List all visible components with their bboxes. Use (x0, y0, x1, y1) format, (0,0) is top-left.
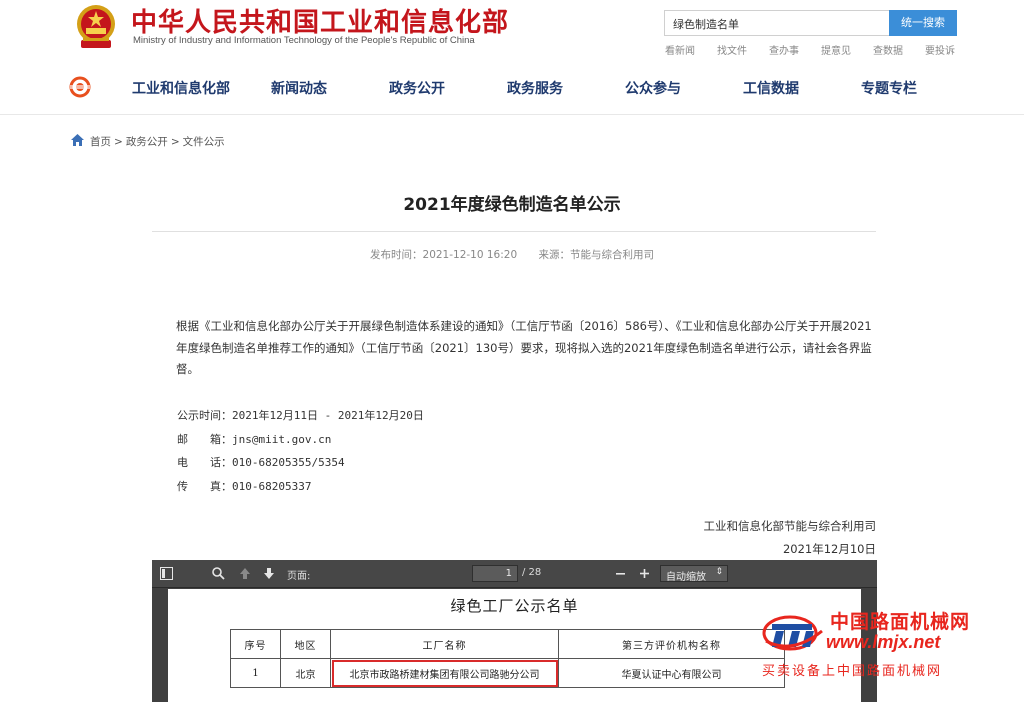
factory-table: 序号 地区 工厂名称 第三方评价机构名称 1 北京 北京市政路桥建材集团有限公司… (230, 629, 785, 688)
breadcrumb-gov-affairs[interactable]: 政务公开 (126, 136, 168, 148)
previous-page-icon[interactable] (239, 567, 251, 580)
breadcrumb: 首页 > 政务公开 > 文件公示 (90, 134, 228, 149)
quick-link-feedback[interactable]: 提意见 (810, 42, 862, 57)
chevron-down-icon: ⇕ (715, 567, 723, 577)
contact-info: 公示时间：2021年12月11日 - 2021年12月20日 邮 箱：jns@m… (177, 404, 424, 498)
quick-link-news[interactable]: 看新闻 (654, 42, 706, 57)
publish-time: 发布时间：2021-12-10 16:20 (370, 249, 518, 261)
page-label: 页面: (287, 571, 311, 582)
nav-item-news[interactable]: 新闻动态 (240, 78, 358, 98)
zoom-in-icon[interactable] (639, 568, 650, 579)
sidebar-toggle-icon[interactable] (160, 567, 173, 580)
site-subtitle: Ministry of Industry and Information Tec… (133, 35, 475, 46)
contact-phone: 电 话：010-68205355/5354 (177, 456, 345, 469)
article-meta: 发布时间：2021-12-10 16:20 来源：节能与综合利用司 (0, 247, 1024, 262)
watermark-name: 中国路面机械网 (830, 611, 971, 633)
article-source: 来源：节能与综合利用司 (538, 249, 654, 261)
nav-item-special[interactable]: 专题专栏 (830, 78, 948, 98)
nav-item-gov-services[interactable]: 政务服务 (476, 78, 594, 98)
pdf-toolbar: 页面: 1 / 28 自动缩放 ⇕ (152, 560, 877, 588)
header-divider (0, 114, 1024, 115)
table-cell-factory-highlighted: 北京市政路桥建材集团有限公司路驰分公司 (330, 658, 559, 688)
watermark-url: www.lmjx.net (826, 632, 941, 652)
article-paragraph: 根据《工业和信息化部办公厅关于开展绿色制造体系建设的通知》（工信厅节函〔2016… (176, 319, 872, 376)
nav-item-ministry[interactable]: 工业和信息化部 (122, 78, 240, 98)
breadcrumb-separator: > (114, 136, 123, 148)
breadcrumb-separator: > (170, 136, 180, 148)
watermark-slogan: 买卖设备上中国路面机械网 (762, 664, 943, 679)
article-body: 根据《工业和信息化部办公厅关于开展绿色制造体系建设的通知》（工信厅节函〔2016… (176, 316, 876, 381)
page-number-input[interactable]: 1 (472, 565, 518, 582)
pdf-page: 绿色工厂公示名单 序号 地区 工厂名称 第三方评价机构名称 1 北京 北京市政路… (168, 589, 861, 702)
zoom-select[interactable]: 自动缩放 ⇕ (660, 565, 728, 583)
zoom-out-icon[interactable] (615, 568, 626, 579)
national-emblem-icon[interactable] (71, 2, 121, 50)
total-pages: / 28 (522, 567, 542, 578)
miit-logo-icon[interactable] (68, 76, 92, 98)
home-icon[interactable] (71, 134, 84, 146)
contact-email: 邮 箱：jns@miit.gov.cn (177, 432, 332, 446)
search-input[interactable]: 绿色制造名单 (664, 10, 890, 36)
contact-fax: 传 真：010-68205337 (177, 479, 312, 493)
nav-item-participation[interactable]: 公众参与 (594, 78, 712, 98)
zoom-value: 自动缩放 (666, 572, 706, 583)
nav-item-gov-affairs[interactable]: 政务公开 (358, 78, 476, 98)
nav-item-data[interactable]: 工信数据 (712, 78, 830, 98)
table-row: 1 北京 北京市政路桥建材集团有限公司路驰分公司 华夏认证中心有限公司 (230, 658, 785, 688)
quick-link-services[interactable]: 查办事 (758, 42, 810, 57)
column-header-factory: 工厂名称 (330, 629, 559, 659)
site-header: 中华人民共和国工业和信息化部 Ministry of Industry and … (0, 0, 1024, 115)
page-title: 2021年度绿色制造名单公示 (403, 195, 621, 215)
quick-link-data[interactable]: 查数据 (862, 42, 914, 57)
title-divider (152, 231, 876, 232)
notice-period: 公示时间：2021年12月11日 - 2021年12月20日 (177, 409, 424, 422)
search-icon[interactable] (212, 567, 225, 580)
quick-links: 看新闻 找文件 查办事 提意见 查数据 要投诉 (654, 42, 966, 57)
signature-department: 工业和信息化部节能与综合利用司 (703, 519, 877, 533)
column-header-index: 序号 (230, 629, 281, 659)
column-header-evaluator: 第三方评价机构名称 (558, 629, 785, 659)
next-page-icon[interactable] (263, 567, 275, 580)
table-header-row: 序号 地区 工厂名称 第三方评价机构名称 (230, 629, 785, 659)
table-cell-region: 北京 (280, 658, 331, 688)
breadcrumb-file-notice[interactable]: 文件公示 (183, 136, 225, 148)
table-cell-evaluator: 华夏认证中心有限公司 (558, 658, 785, 688)
column-header-region: 地区 (280, 629, 331, 659)
main-nav: 工业和信息化部 新闻动态 政务公开 政务服务 公众参与 工信数据 专题专栏 (122, 78, 948, 98)
toolbar-separator (462, 573, 472, 575)
table-cell-index: 1 (230, 658, 281, 688)
quick-link-files[interactable]: 找文件 (706, 42, 758, 57)
site-title[interactable]: 中华人民共和国工业和信息化部 (131, 2, 509, 39)
search-button[interactable]: 统一搜索 (889, 10, 957, 36)
watermark-logo-icon (762, 615, 823, 651)
signature-date: 2021年12月10日 (782, 542, 876, 556)
quick-link-complaint[interactable]: 要投诉 (914, 42, 966, 57)
document-heading: 绿色工厂公示名单 (450, 597, 579, 615)
breadcrumb-home[interactable]: 首页 (90, 136, 111, 148)
